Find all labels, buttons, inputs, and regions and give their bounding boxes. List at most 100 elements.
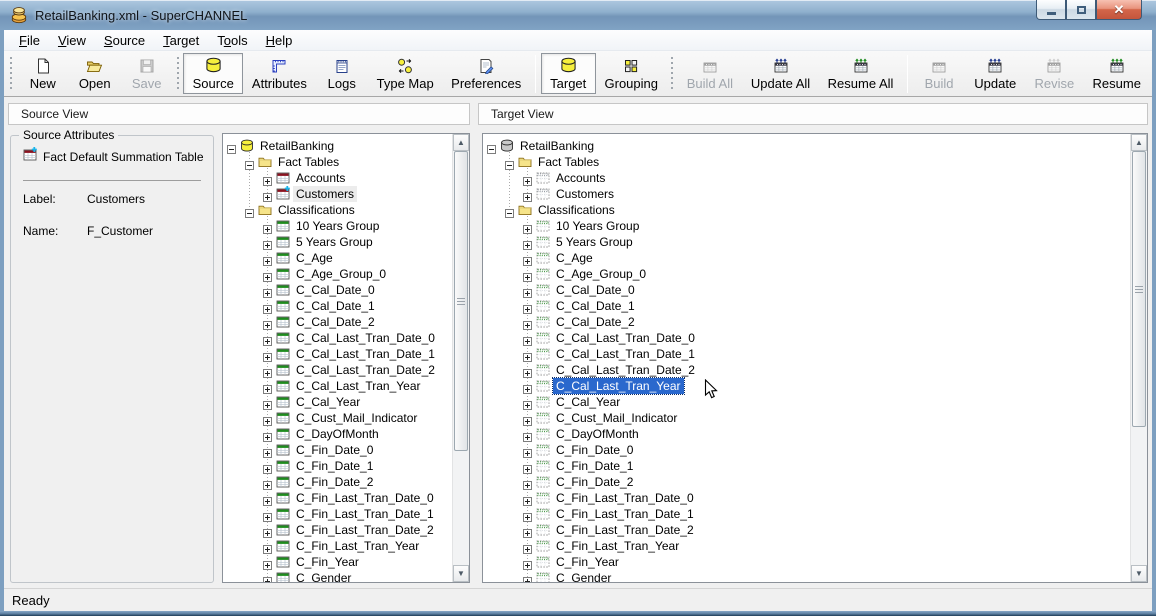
resume-all-button[interactable]: Resume All [819, 53, 902, 94]
expand-toggle-icon[interactable] [523, 525, 532, 534]
scroll-up-button[interactable]: ▲ [453, 134, 469, 151]
tree-item-label[interactable]: C_Cal_Date_2 [553, 314, 638, 330]
logs-button[interactable]: Logs [316, 53, 368, 94]
expand-toggle-icon[interactable] [523, 317, 532, 326]
db-gray-icon[interactable] [500, 139, 514, 153]
scrollbar-thumb[interactable] [454, 151, 468, 451]
tree-item-label[interactable]: C_Fin_Date_0 [293, 442, 376, 458]
tree-item-label[interactable]: C_Cust_Mail_Indicator [553, 410, 680, 426]
tbl-green-icon[interactable] [276, 491, 290, 505]
open-button[interactable]: Open [69, 53, 121, 94]
tbl-ghost-green-icon[interactable] [536, 491, 550, 505]
collapse-toggle-icon[interactable] [227, 141, 236, 150]
expand-toggle-icon[interactable] [263, 221, 272, 230]
tbl-green-icon[interactable] [276, 475, 290, 489]
toolbar-gripper[interactable] [669, 57, 676, 91]
resume-button[interactable]: Resume [1084, 53, 1151, 94]
tree-item-label[interactable]: C_Age [553, 250, 596, 266]
expand-toggle-icon[interactable] [523, 413, 532, 422]
tree-item-label[interactable]: C_Fin_Year [553, 554, 622, 570]
tree-item-label[interactable]: C_Fin_Date_1 [553, 458, 636, 474]
expand-toggle-icon[interactable] [523, 461, 532, 470]
tree-item-label[interactable]: C_Age_Group_0 [553, 266, 649, 282]
tbl-green-icon[interactable] [276, 283, 290, 297]
tbl-green-icon[interactable] [276, 443, 290, 457]
tree-item-label[interactable]: C_Cust_Mail_Indicator [293, 410, 420, 426]
tbl-green-icon[interactable] [276, 523, 290, 537]
tree-item-label[interactable]: C_Cal_Date_1 [293, 298, 378, 314]
tree-item-label[interactable]: C_DayOfMonth [553, 426, 642, 442]
tree-item-label[interactable]: C_Age_Group_0 [293, 266, 389, 282]
tbl-ghost-green-icon[interactable] [536, 475, 550, 489]
expand-toggle-icon[interactable] [523, 429, 532, 438]
tbl-ghost-green-icon[interactable] [536, 235, 550, 249]
tree-item-label[interactable]: RetailBanking [517, 138, 597, 154]
tbl-ghost-green-icon[interactable] [536, 539, 550, 553]
expand-toggle-icon[interactable] [523, 573, 532, 582]
view-menu[interactable]: View [49, 31, 95, 50]
attributes-button[interactable]: Attributes [243, 53, 316, 94]
tree-item-label[interactable]: Customers [293, 186, 357, 202]
expand-toggle-icon[interactable] [263, 477, 272, 486]
folder-icon[interactable] [518, 155, 532, 169]
tree-item-label[interactable]: 10 Years Group [553, 218, 642, 234]
tree-item-label[interactable]: Accounts [553, 170, 608, 186]
expand-toggle-icon[interactable] [523, 397, 532, 406]
tree-item-label[interactable]: 5 Years Group [293, 234, 376, 250]
tbl-green-icon[interactable] [276, 555, 290, 569]
expand-toggle-icon[interactable] [523, 221, 532, 230]
tbl-green-icon[interactable] [276, 235, 290, 249]
collapse-toggle-icon[interactable] [245, 205, 254, 214]
tree-item-label[interactable]: C_Cal_Last_Tran_Date_1 [553, 346, 698, 362]
tbl-ghost-green-icon[interactable] [536, 523, 550, 537]
tbl-green-icon[interactable] [276, 347, 290, 361]
expand-toggle-icon[interactable] [263, 285, 272, 294]
tree-item-label[interactable]: C_Cal_Date_0 [553, 282, 638, 298]
expand-toggle-icon[interactable] [263, 461, 272, 470]
grouping-button[interactable]: Grouping [596, 53, 667, 94]
tree-item-label[interactable]: C_Fin_Last_Tran_Date_2 [553, 522, 697, 538]
type-map-button[interactable]: Type Map [368, 53, 443, 94]
minimize-button[interactable] [1036, 0, 1066, 20]
tbl-green-icon[interactable] [276, 363, 290, 377]
tree-item-label[interactable]: C_Cal_Last_Tran_Date_0 [293, 330, 438, 346]
expand-toggle-icon[interactable] [263, 237, 272, 246]
tree-item-label[interactable]: 10 Years Group [293, 218, 382, 234]
update-button[interactable]: Update [965, 53, 1025, 94]
tree-item-label[interactable]: C_Gender [293, 570, 354, 582]
source-tree-scrollbar[interactable]: ▲ ▼ [452, 134, 469, 582]
tbl-ghost-green-icon[interactable] [536, 219, 550, 233]
tbl-green-icon[interactable] [276, 267, 290, 281]
tbl-ghost-green-icon[interactable] [536, 347, 550, 361]
tbl-ghost-green-icon[interactable] [536, 411, 550, 425]
tree-item-label[interactable]: C_Cal_Last_Tran_Date_2 [553, 362, 698, 378]
tree-item-label[interactable]: Customers [553, 186, 617, 202]
tree-item-label[interactable]: C_Fin_Date_1 [293, 458, 376, 474]
expand-toggle-icon[interactable] [263, 557, 272, 566]
tree-item-label[interactable]: C_Cal_Last_Tran_Year [553, 378, 684, 394]
tbl-ghost-green-icon[interactable] [536, 443, 550, 457]
expand-toggle-icon[interactable] [523, 237, 532, 246]
expand-toggle-icon[interactable] [523, 381, 532, 390]
scroll-up-button[interactable]: ▲ [1131, 134, 1147, 151]
expand-toggle-icon[interactable] [523, 509, 532, 518]
close-button[interactable]: ✕ [1096, 0, 1142, 20]
maximize-button[interactable] [1066, 0, 1096, 20]
expand-toggle-icon[interactable] [523, 189, 532, 198]
expand-toggle-icon[interactable] [263, 317, 272, 326]
tbl-ghost-green-icon[interactable] [536, 571, 550, 582]
expand-toggle-icon[interactable] [523, 253, 532, 262]
tools-menu[interactable]: Tools [208, 31, 256, 50]
tree-item-label[interactable]: C_Fin_Date_2 [553, 474, 636, 490]
expand-toggle-icon[interactable] [523, 557, 532, 566]
scroll-down-button[interactable]: ▼ [453, 565, 469, 582]
expand-toggle-icon[interactable] [523, 349, 532, 358]
tree-item-label[interactable]: C_Fin_Last_Tran_Date_0 [553, 490, 697, 506]
target-button[interactable]: Target [541, 53, 596, 94]
tbl-ghost-green-icon[interactable] [536, 363, 550, 377]
tree-item-label[interactable]: C_Cal_Last_Tran_Year [293, 378, 424, 394]
tree-item-label[interactable]: C_Fin_Last_Tran_Year [553, 538, 682, 554]
expand-toggle-icon[interactable] [523, 365, 532, 374]
expand-toggle-icon[interactable] [263, 429, 272, 438]
expand-toggle-icon[interactable] [523, 541, 532, 550]
